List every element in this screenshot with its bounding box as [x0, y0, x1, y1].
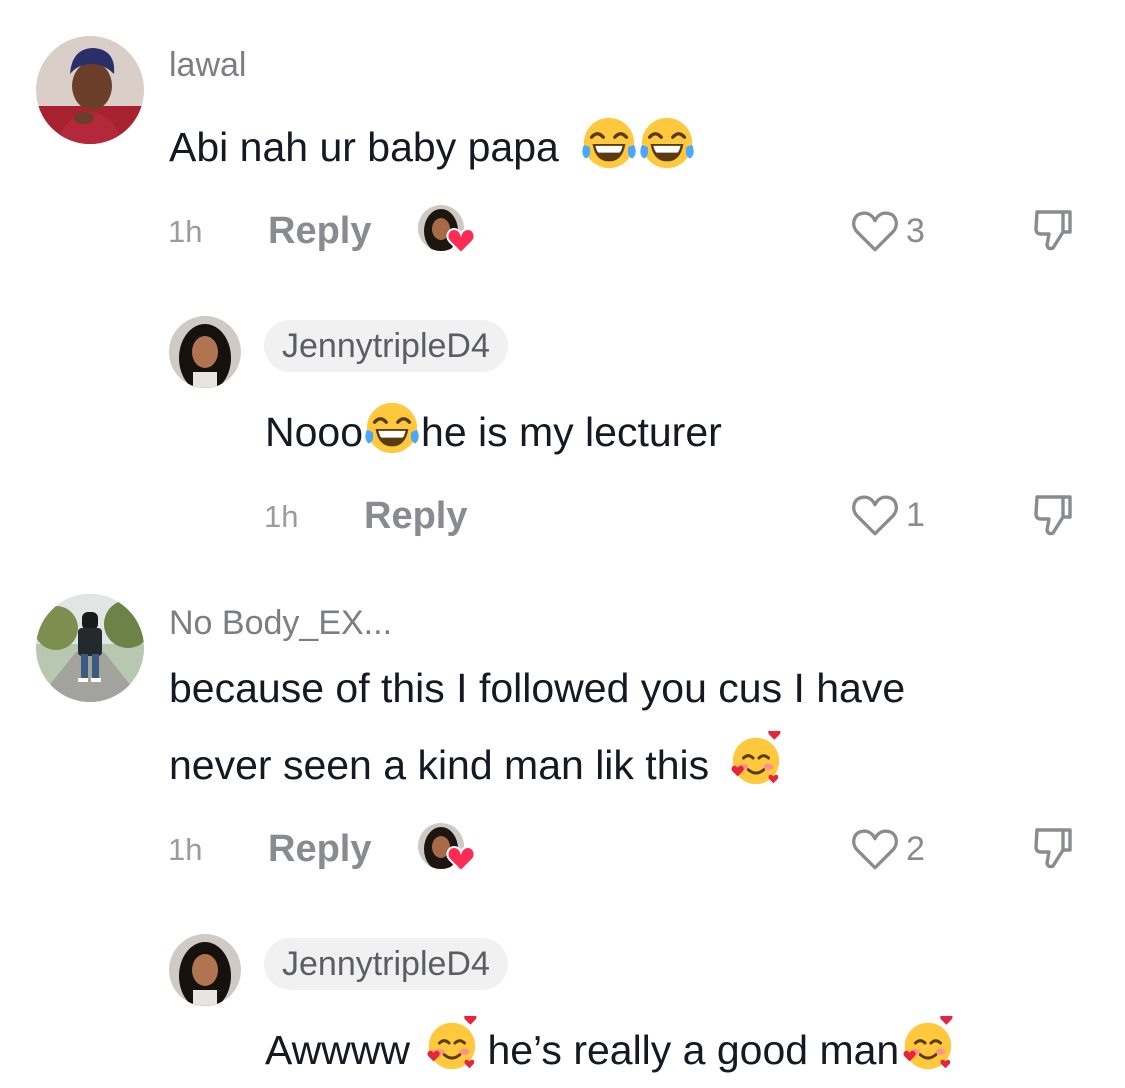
comment-text-line: because of this I followed you cus I hav… [169, 665, 906, 711]
comment-timestamp: 1h [168, 832, 203, 867]
dislike-icon[interactable] [1029, 206, 1077, 254]
comment-timestamp: 1h [264, 499, 299, 534]
like-button[interactable]: 3 [850, 208, 925, 254]
creator-liked-badge [418, 823, 476, 875]
reply-text: Nooo he is my lecturer [265, 412, 722, 457]
comment-text-content: never seen a kind man lik this [169, 742, 710, 788]
comment-text: Abi nah ur baby papa [169, 127, 696, 172]
like-button[interactable]: 2 [850, 826, 925, 872]
creator-liked-badge [418, 205, 476, 257]
like-count: 1 [906, 495, 925, 534]
heart-outline-icon [850, 208, 900, 254]
avatar[interactable] [36, 36, 144, 144]
comment-text-line: never seen a kind man lik this [169, 745, 785, 789]
reply-button[interactable]: Reply [268, 828, 371, 871]
dislike-icon[interactable] [1029, 824, 1077, 872]
avatar[interactable] [36, 594, 144, 702]
heart-outline-icon [850, 492, 900, 538]
reply-text: Awwww he’s really a good man [265, 1030, 957, 1074]
tears-of-joy-emoji [580, 114, 638, 172]
smiling-face-with-hearts-emoji [423, 1016, 481, 1074]
smiling-face-with-hearts-emoji [727, 731, 785, 789]
reply-text-after: he is my lecturer [421, 409, 722, 455]
comment-timestamp: 1h [168, 214, 203, 249]
reply-button[interactable]: Reply [364, 495, 467, 538]
comment-username[interactable]: No Body_EX... [169, 604, 392, 643]
reply-button[interactable]: Reply [268, 210, 371, 253]
creator-username-pill[interactable]: JennytripleD4 [264, 320, 508, 372]
tears-of-joy-emoji [363, 399, 421, 457]
smiling-face-with-hearts-emoji [899, 1016, 957, 1074]
like-button[interactable]: 1 [850, 492, 925, 538]
dislike-icon[interactable] [1029, 491, 1077, 539]
heart-badge-icon [446, 227, 476, 255]
reply-text-middle: he’s really a good man [487, 1027, 900, 1073]
comment-username[interactable]: lawal [169, 46, 246, 85]
avatar[interactable] [169, 316, 241, 388]
like-count: 2 [906, 829, 925, 868]
reply-text-before: Nooo [265, 409, 364, 455]
tears-of-joy-emoji [638, 114, 696, 172]
like-count: 3 [906, 211, 925, 250]
heart-badge-icon [446, 845, 476, 873]
reply-text-before: Awwww [265, 1027, 411, 1073]
heart-outline-icon [850, 826, 900, 872]
creator-username-pill[interactable]: JennytripleD4 [264, 938, 508, 990]
avatar[interactable] [169, 934, 241, 1006]
comment-text-content: Abi nah ur baby papa [169, 124, 559, 170]
